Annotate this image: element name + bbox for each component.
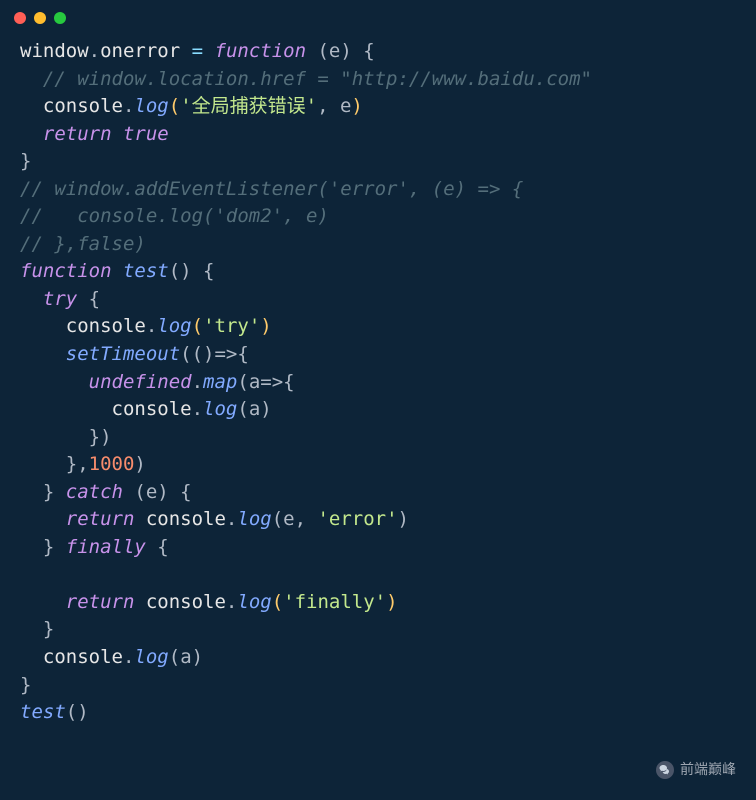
code-comment: // console.log('dom2', e) [20,205,329,227]
code-token: . [192,398,203,420]
code-token [20,95,43,117]
code-token: ) [260,315,271,337]
code-token: log [134,646,168,668]
code-token: finally [66,536,146,558]
code-token: (()=>{ [180,343,249,365]
code-comment: // },false) [20,233,146,255]
code-token: return [66,508,135,530]
code-token: console [43,646,123,668]
code-token: ) [398,508,409,530]
code-token: log [203,398,237,420]
code-token [20,288,43,310]
code-token: 1000 [89,453,135,475]
code-token: ) [351,95,362,117]
code-token: (e) { [306,40,375,62]
code-token [20,343,66,365]
code-token: }) [89,426,112,448]
code-token: } [43,481,66,503]
code-token: function [20,260,112,282]
code-token: log [134,95,168,117]
code-token: try [43,288,77,310]
code-token [112,260,123,282]
code-token: '全局捕获错误' [180,95,317,117]
code-token [112,123,123,145]
code-token [20,315,66,337]
code-comment: // window.location.href = "http://www.ba… [20,68,592,90]
code-token [20,426,89,448]
code-token: setTimeout [66,343,180,365]
code-token: (a=>{ [237,371,294,393]
code-comment: // window.addEventListener('error', (e) … [20,178,523,200]
code-token: (e, [272,508,318,530]
code-token: ( [192,315,203,337]
code-token [20,646,43,668]
code-token [20,398,112,420]
code-token: console [134,508,226,530]
code-token: { [77,288,100,310]
code-token: (a) [169,646,203,668]
watermark: 前端巅峰 [656,760,736,780]
code-token [20,453,66,475]
code-token: log [157,315,191,337]
code-token: console [43,95,123,117]
code-token: return [66,591,135,613]
code-token: map [203,371,237,393]
code-token: catch [66,481,123,503]
code-token: test [123,260,169,282]
code-token: console [66,315,146,337]
code-token [20,618,43,640]
code-token [20,536,43,558]
code-token: console [112,398,192,420]
code-token: . [123,646,134,668]
code-token: , e [317,95,351,117]
code-token: . [192,371,203,393]
code-token [20,123,43,145]
code-token: . [89,40,100,62]
code-token: ( [272,591,283,613]
code-token: . [226,508,237,530]
code-token: . [123,95,134,117]
code-token: (e) { [123,481,192,503]
watermark-text: 前端巅峰 [680,760,736,780]
code-token: true [123,123,169,145]
code-token: 'try' [203,315,260,337]
code-token: }, [66,453,89,475]
code-token: { [146,536,169,558]
code-token: ) [134,453,145,475]
minimize-icon[interactable] [34,12,46,24]
code-token [20,481,43,503]
code-token: test [20,701,66,723]
code-token: () [66,701,89,723]
code-token: window [20,40,89,62]
code-token: ( [169,95,180,117]
code-token: } [43,536,66,558]
code-token: undefined [89,371,192,393]
window-controls [0,0,756,32]
code-token: } [20,150,31,172]
code-token: . [146,315,157,337]
code-token [20,508,66,530]
code-token: = [180,40,214,62]
code-token: 'finally' [283,591,386,613]
close-icon[interactable] [14,12,26,24]
code-token [20,371,89,393]
code-token: console [134,591,226,613]
code-token: . [226,591,237,613]
code-token: () { [169,260,215,282]
code-token [20,591,66,613]
wechat-icon [656,761,674,779]
code-token: function [215,40,307,62]
code-token: } [20,674,31,696]
code-token: log [237,508,271,530]
code-token: 'error' [317,508,397,530]
code-token: onerror [100,40,180,62]
code-token: return [43,123,112,145]
code-token: (a) [237,398,271,420]
code-block: window.onerror = function (e) { // windo… [0,32,756,733]
code-token: log [237,591,271,613]
maximize-icon[interactable] [54,12,66,24]
code-token: ) [386,591,397,613]
code-token: } [43,618,54,640]
